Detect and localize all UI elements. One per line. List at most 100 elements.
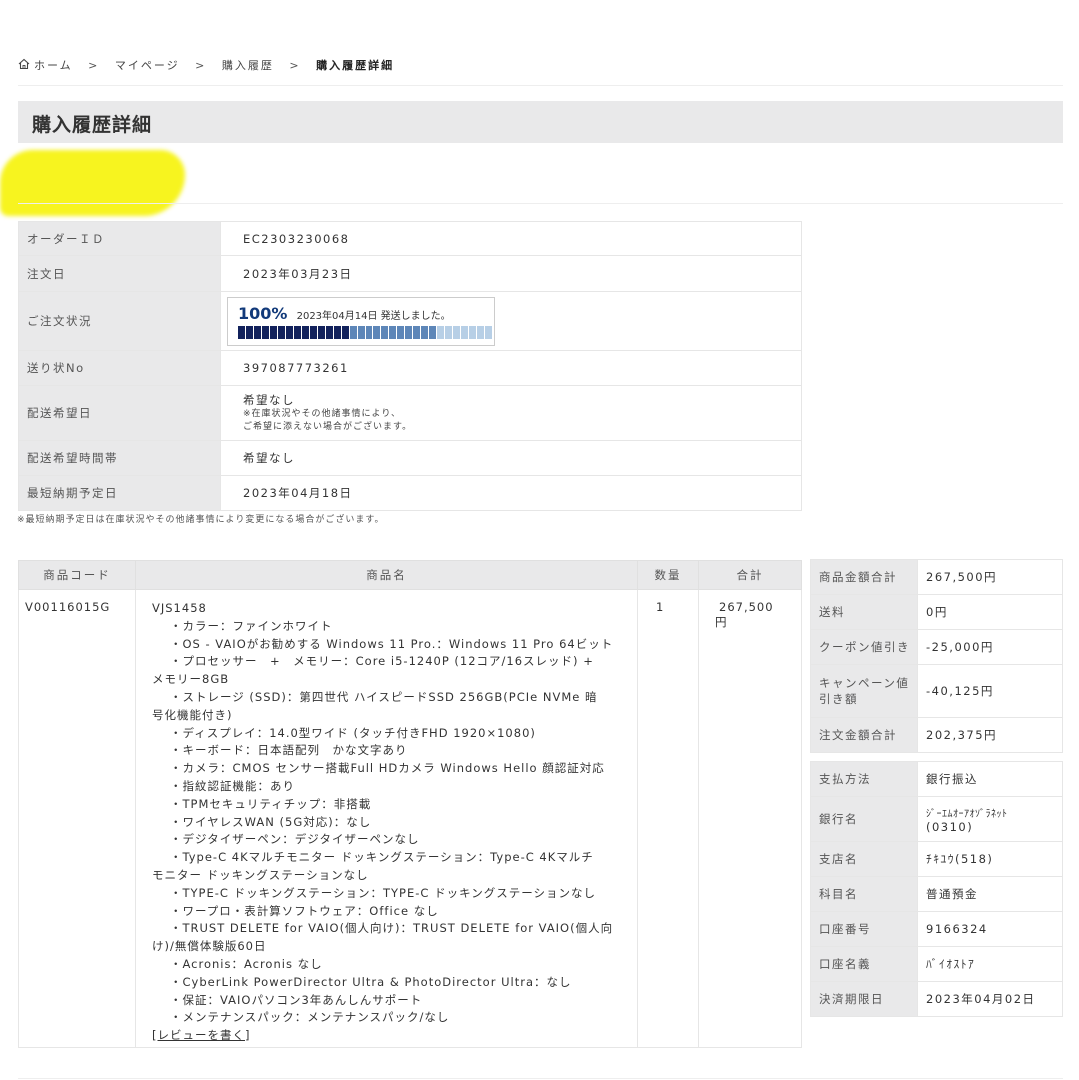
progress-segment [453, 325, 461, 339]
product-spec-line: ・保証：VAIOパソコン3年あんしんサポート [170, 992, 423, 1007]
holder-label: 口座名義 [810, 946, 918, 982]
account-type-label: 科目名 [810, 876, 918, 912]
delivery-time-value: 希望なし [220, 440, 802, 476]
bank-cell: ｼﾞｰｴﾑｵｰｱｵｿﾞﾗﾈｯﾄ (0310) [917, 796, 1063, 842]
subtotal-value: 267,500円 [917, 559, 1063, 595]
earliest-date-value: 2023年04月18日 [220, 475, 802, 511]
product-spec-line: 号化機能付き) [152, 707, 233, 722]
account-type-row: 科目名 普通預金 [810, 876, 1063, 912]
page-title: 購入履歴詳細 [32, 114, 153, 136]
breadcrumb: ホーム > マイページ > 購入履歴 > 購入履歴詳細 [18, 57, 1063, 86]
divider [18, 1078, 1063, 1079]
product-spec-line: ・カメラ：CMOS センサー搭載Full HDカメラ Windows Hello… [170, 761, 605, 776]
breadcrumb-separator: > [195, 59, 207, 72]
progress-segment [269, 325, 277, 339]
product-code: V00116015G [18, 589, 136, 1048]
product-spec-list: VJS1458 ・カラー：ファインホワイト ・OS - VAIOがお勧めする Wi… [152, 600, 636, 1027]
progress-segment [477, 325, 485, 339]
product-spec-line: ・Type-C 4Kマルチモニター ドッキングステーション：Type-C 4Kマ… [170, 850, 594, 865]
product-spec-line: ・OS - VAIOがお勧めする Windows 11 Pro.：Windows… [170, 636, 614, 651]
status-percent: 100% [238, 303, 288, 323]
col-header-code: 商品コード [18, 560, 136, 590]
bank-code: (0310) [926, 819, 974, 834]
delivery-date-value: 希望なし [243, 393, 295, 407]
progress-segment [245, 325, 253, 339]
product-spec-line: ・ワープロ・表計算ソフトウェア：Office なし [170, 903, 439, 918]
product-total-unit: 円 [715, 615, 728, 629]
shipping-progress-bar [238, 325, 492, 339]
progress-segment [461, 325, 469, 339]
product-spec-line: メモリー8GB [152, 672, 230, 687]
breadcrumb-separator: > [88, 59, 100, 72]
progress-segment [261, 325, 269, 339]
delivery-date-row: 配送希望日 希望なし ※在庫状況やその他諸事情により、 ご希望に添えない場合がご… [18, 385, 802, 441]
product-spec-line: ・カラー：ファインホワイト [170, 618, 333, 633]
home-icon [18, 58, 30, 70]
tracking-value: 397087773261 [220, 350, 802, 386]
deadline-label: 決済期限日 [810, 981, 918, 1017]
breadcrumb-home-label[interactable]: ホーム [34, 57, 73, 73]
payment-method-row: 支払方法 銀行振込 [810, 761, 1063, 797]
product-spec-line: け)/無償体験版60日 [152, 939, 267, 954]
order-total-row: 注文金額合計 202,375円 [810, 717, 1063, 753]
order-id-value: EC2303230068 [220, 221, 802, 256]
account-no-row: 口座番号 9166324 [810, 911, 1063, 947]
shipping-fee-value: 0円 [917, 594, 1063, 630]
order-status-box: 100% 2023年04月14日 発送しました。 [227, 296, 495, 346]
product-table: 商品コード 商品名 数量 合計 V00116015G VJS1458 ・カラー：… [18, 560, 802, 1048]
progress-segment [238, 325, 245, 339]
delivery-note-line1: ※在庫状況やその他諸事情により、 [243, 409, 402, 419]
product-total-cell: 267,500 円 [698, 589, 802, 1048]
order-id-row: オーダーＩＤ EC2303230068 [18, 221, 802, 256]
subtotal-row: 商品金額合計 267,500円 [810, 559, 1063, 595]
product-spec-line: ・ストレージ (SSD)：第四世代 ハイスピードSSD 256GB(PCIe N… [170, 689, 598, 704]
write-review-link[interactable]: レビューを書く [158, 1028, 246, 1042]
progress-segment [293, 325, 301, 339]
order-status-cell: 100% 2023年04月14日 発送しました。 [220, 291, 802, 351]
earliest-date-footnote: ※最短納期予定日は在庫状況やその他諸事情により変更になる場合がございます。 [17, 515, 385, 525]
col-header-total: 合計 [698, 560, 802, 590]
progress-segment [349, 325, 357, 339]
product-total-amount: 267,500 [719, 600, 774, 614]
progress-segment [437, 325, 445, 339]
delivery-time-row: 配送希望時間帯 希望なし [18, 440, 802, 476]
holder-row: 口座名義 ﾊﾞｲｵｽﾄｱ [810, 946, 1063, 982]
campaign-label: キャンペーン値 引き額 [810, 664, 918, 718]
account-no-value: 9166324 [917, 911, 1063, 947]
delivery-time-label: 配送希望時間帯 [18, 440, 221, 476]
branch-value: ﾁｷﾕｳ(518) [917, 841, 1063, 877]
payment-method-label: 支払方法 [810, 761, 918, 797]
breadcrumb-mypage[interactable]: マイページ [115, 57, 180, 73]
breadcrumb-home[interactable]: ホーム [18, 57, 73, 73]
coupon-value: -25,000円 [917, 629, 1063, 665]
order-date-row: 注文日 2023年03月23日 [18, 255, 802, 292]
progress-segment [341, 325, 349, 339]
breadcrumb-history[interactable]: 購入履歴 [222, 57, 274, 73]
delivery-note-line2: ご希望に添えない場合がございます。 [243, 422, 413, 432]
product-spec-line: ・TPMセキュリティチップ：非搭載 [170, 796, 372, 811]
progress-segment [445, 325, 453, 339]
order-status-label: ご注文状況 [18, 291, 221, 351]
shipping-fee-row: 送料 0円 [810, 594, 1063, 630]
progress-segment [389, 325, 397, 339]
order-date-label: 注文日 [18, 255, 221, 292]
highlighter-mark [0, 150, 185, 216]
product-name-cell: VJS1458 ・カラー：ファインホワイト ・OS - VAIOがお勧めする Wi… [135, 589, 638, 1048]
divider [18, 203, 1063, 204]
progress-segment [405, 325, 413, 339]
progress-segment [365, 325, 373, 339]
holder-value: ﾊﾞｲｵｽﾄｱ [917, 946, 1063, 982]
branch-row: 支店名 ﾁｷﾕｳ(518) [810, 841, 1063, 877]
product-spec-line: ・デジタイザーペン：デジタイザーペンなし [170, 832, 420, 847]
bank-name: ｼﾞｰｴﾑｵｰｱｵｿﾞﾗﾈｯﾄ [926, 808, 1008, 820]
breadcrumb-current: 購入履歴詳細 [316, 59, 395, 72]
progress-segment [309, 325, 317, 339]
branch-label: 支店名 [810, 841, 918, 877]
progress-segment [253, 325, 261, 339]
table-row: V00116015G VJS1458 ・カラー：ファインホワイト ・OS - VA… [18, 589, 802, 1048]
deadline-row: 決済期限日 2023年04月02日 [810, 981, 1063, 1017]
delivery-date-cell: 希望なし ※在庫状況やその他諸事情により、 ご希望に添えない場合がございます。 [220, 385, 802, 441]
progress-segment [397, 325, 405, 339]
order-info-table: オーダーＩＤ EC2303230068 注文日 2023年03月23日 ご注文状… [18, 221, 802, 511]
campaign-row: キャンペーン値 引き額 -40,125円 [810, 664, 1063, 718]
